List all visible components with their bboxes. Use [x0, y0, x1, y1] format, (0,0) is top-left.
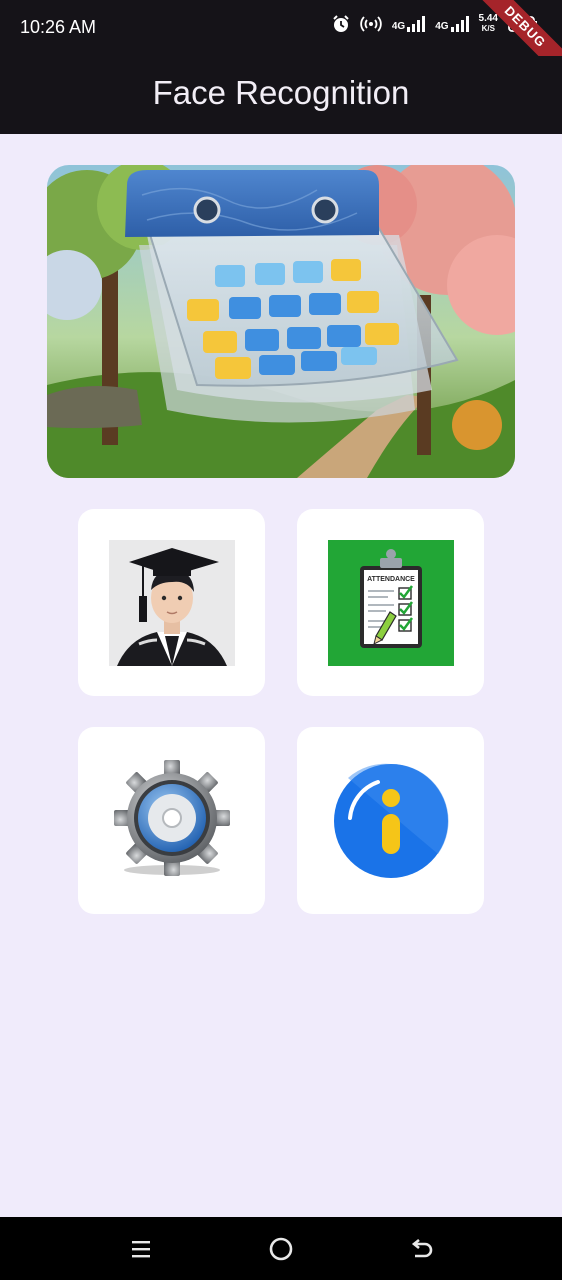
attendance-label: ATTENDANCE	[367, 576, 415, 583]
signal-icon	[450, 16, 469, 32]
students-tile[interactable]	[78, 509, 265, 696]
network-type-label: 4G	[435, 21, 449, 32]
calendar-illustration	[47, 165, 515, 478]
gear-icon	[113, 759, 230, 876]
info-tile[interactable]	[297, 727, 484, 914]
alarm-icon	[333, 15, 349, 32]
info-icon	[333, 763, 449, 878]
home-button[interactable]	[267, 1235, 295, 1263]
hero-calendar-image	[47, 165, 515, 478]
network-type-label: 4G	[391, 21, 406, 32]
status-time: 10:26 AM	[20, 17, 97, 37]
network-speed: 5.44 K/S	[479, 14, 498, 34]
system-nav-bar	[0, 1217, 562, 1280]
signal-icon	[407, 16, 426, 32]
back-button[interactable]	[407, 1235, 435, 1263]
network-speed-value: 5.44	[478, 13, 498, 24]
app-bar: Face Recognition	[0, 56, 562, 134]
back-icon	[411, 1238, 433, 1258]
status-bar: 10:26 AM 4G 4G 5.44 K/S DEBUG	[0, 0, 562, 88]
page-title: Face Recognition	[152, 74, 410, 111]
network-speed-unit: K/S	[481, 24, 495, 33]
attendance-tile[interactable]: ATTENDANCE	[297, 509, 484, 696]
attendance-clipboard-icon: ATTENDANCE	[327, 539, 454, 666]
menu-icon	[132, 1241, 150, 1258]
home-icon	[269, 1237, 293, 1261]
graduate-student-icon	[108, 539, 235, 666]
menu-button[interactable]	[127, 1235, 155, 1263]
settings-tile[interactable]	[78, 727, 265, 914]
hotspot-icon	[360, 16, 382, 32]
